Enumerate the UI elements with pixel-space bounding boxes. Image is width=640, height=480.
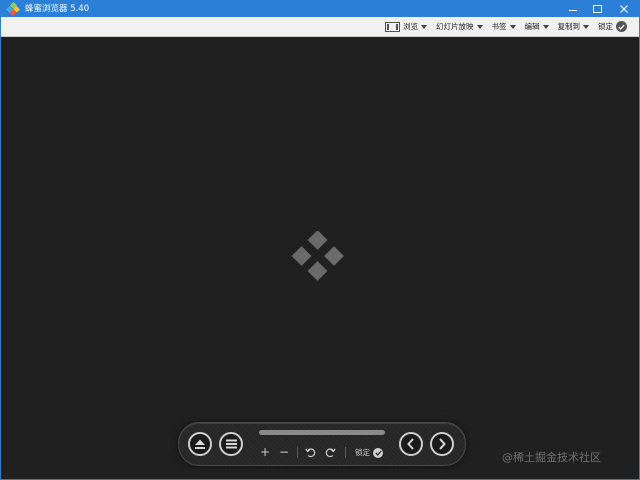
browse-icon: [385, 21, 400, 32]
hamburger-icon: [225, 439, 237, 449]
rotate-left-icon: [304, 447, 315, 457]
chevron-down-icon: [542, 24, 549, 29]
menu-browse-label: 浏览: [403, 22, 418, 31]
check-circle-icon: [373, 447, 383, 458]
maximize-icon: [592, 5, 602, 13]
zoom-in-button[interactable]: +: [259, 446, 271, 458]
menu-copy-to[interactable]: 复制到: [557, 17, 589, 37]
menu-button[interactable]: [219, 432, 243, 456]
lock-toggle[interactable]: 锁定: [355, 447, 383, 458]
eject-button[interactable]: [188, 432, 212, 456]
menu-bookmarks[interactable]: 书签: [492, 17, 516, 37]
window-title: 蜂蜜浏览器 5.40: [25, 4, 90, 14]
zoom-out-button[interactable]: −: [278, 446, 290, 458]
rotate-left-button[interactable]: [304, 446, 316, 458]
menu-slideshow-label: 幻灯片放映: [436, 22, 474, 31]
window-controls: [561, 1, 639, 17]
close-icon: [620, 5, 628, 13]
chevron-down-icon: [476, 24, 483, 29]
menu-browse[interactable]: 浏览: [385, 17, 427, 37]
chevron-down-icon: [509, 24, 516, 29]
app-window: 蜂蜜浏览器 5.40 浏览 幻灯片放映 书签 编辑 复制到 锁定 + − 锁定 …: [0, 0, 640, 480]
chevron-down-icon: [421, 24, 427, 29]
menu-bar: 浏览 幻灯片放映 书签 编辑 复制到 锁定: [1, 17, 639, 37]
menu-bookmarks-label: 书签: [491, 22, 507, 31]
watermark-text: @稀土掘金技术社区: [502, 451, 601, 464]
chevron-left-icon: [407, 438, 414, 450]
progress-slider[interactable]: [259, 430, 385, 435]
rotate-right-icon: [325, 447, 336, 457]
check-circle-icon: [616, 21, 627, 32]
separator: [345, 447, 346, 458]
maximize-button[interactable]: [585, 1, 609, 17]
next-button[interactable]: [430, 432, 454, 456]
menu-slideshow[interactable]: 幻灯片放映: [436, 17, 483, 37]
lock-label: 锁定: [355, 448, 370, 457]
menu-lock[interactable]: 锁定: [598, 17, 627, 37]
control-bar: + − 锁定: [178, 422, 466, 466]
chevron-down-icon: [583, 24, 589, 29]
separator: [297, 447, 298, 458]
menu-edit-label: 编辑: [524, 22, 540, 31]
menu-lock-label: 锁定: [598, 22, 613, 31]
minimize-icon: [569, 9, 577, 11]
rotate-right-button[interactable]: [324, 446, 336, 458]
minimize-button[interactable]: [561, 1, 585, 17]
eject-icon: [195, 439, 205, 449]
close-button[interactable]: [609, 1, 639, 17]
app-logo-icon: [5, 1, 21, 17]
chevron-right-icon: [439, 438, 446, 450]
menu-copy-to-label: 复制到: [557, 22, 581, 31]
previous-button[interactable]: [399, 432, 423, 456]
title-bar[interactable]: 蜂蜜浏览器 5.40: [1, 1, 639, 17]
menu-edit[interactable]: 编辑: [525, 17, 549, 37]
honeyview-logo-icon: [291, 231, 344, 281]
